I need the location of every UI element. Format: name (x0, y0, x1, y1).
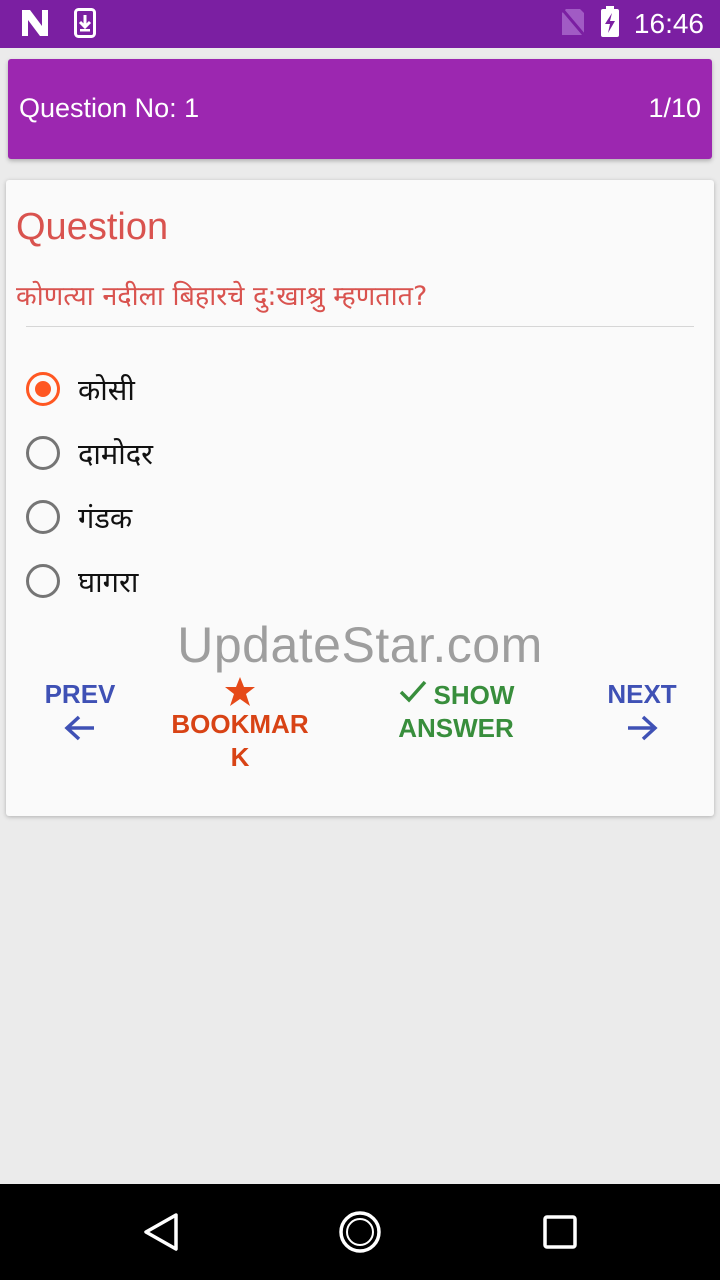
radio-button-selected[interactable] (26, 372, 60, 406)
check-icon (398, 678, 428, 712)
bookmark-label-line2: K (230, 742, 250, 772)
bookmark-label-line1: BOOKMAR (171, 709, 309, 739)
question-number: Question No: 1 (19, 93, 200, 123)
show-answer-button[interactable]: SHOW ANSWER (382, 678, 530, 745)
watermark: UpdateStar.com (177, 617, 543, 673)
star-icon (166, 676, 314, 708)
option-label: घागरा (78, 564, 139, 599)
show-label: SHOW (433, 679, 515, 710)
status-bar: 16:46 (0, 0, 720, 48)
radio-button[interactable] (26, 436, 60, 470)
divider (26, 326, 694, 327)
next-button[interactable]: NEXT (590, 678, 694, 743)
home-icon[interactable] (338, 1210, 382, 1258)
radio-button[interactable] (26, 500, 60, 534)
option-2[interactable]: दामोदर (26, 429, 153, 477)
next-label: NEXT (607, 679, 677, 709)
option-3[interactable]: गंडक (26, 493, 132, 541)
recents-icon[interactable] (543, 1215, 577, 1253)
arrow-left-icon (28, 713, 132, 743)
arrow-right-icon (590, 713, 694, 743)
question-text: कोणत्या नदीला बिहारचे दु:खाश्रु म्हणतात? (16, 281, 428, 312)
question-counter: 1/10 (648, 93, 701, 123)
prev-label: PREV (44, 679, 116, 709)
option-label: कोसी (78, 372, 135, 407)
download-icon (74, 8, 96, 42)
clock: 16:46 (633, 8, 704, 39)
option-label: दामोदर (78, 436, 154, 471)
system-nav-bar (0, 1184, 720, 1280)
prev-button[interactable]: PREV (28, 678, 132, 743)
answer-label: ANSWER (398, 713, 514, 743)
question-heading: Question (16, 206, 169, 248)
n-icon (20, 8, 50, 42)
back-icon[interactable] (142, 1212, 180, 1256)
option-label: गंडक (78, 500, 133, 535)
radio-button[interactable] (26, 564, 60, 598)
show-answer-top: SHOW (382, 678, 530, 712)
option-4[interactable]: घागरा (26, 557, 138, 605)
no-sim-icon (560, 7, 586, 41)
question-header: Question No: 1 1/10 (8, 59, 712, 159)
battery-charging-icon (600, 6, 620, 42)
option-1[interactable]: कोसी (26, 365, 135, 413)
bookmark-button[interactable]: BOOKMAR K (166, 676, 314, 774)
question-card: Question कोणत्या नदीला बिहारचे दु:खाश्रु… (6, 180, 714, 816)
